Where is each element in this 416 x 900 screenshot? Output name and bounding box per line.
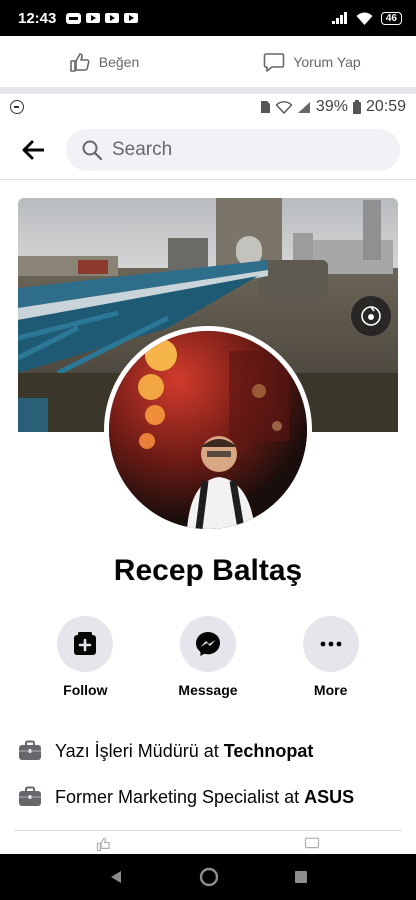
profile-picture[interactable] [104, 326, 312, 534]
system-status-bar: 12:43 46 [0, 0, 416, 36]
inner-battery-percent: 39% [315, 98, 348, 115]
follow-label: Follow [63, 682, 108, 698]
post-action-bar: Beğen Yorum Yap [0, 36, 416, 88]
search-placeholder: Search [112, 138, 173, 160]
messenger-icon [195, 632, 220, 656]
notification-icons [66, 12, 139, 24]
inner-time: 20:59 [365, 98, 406, 115]
system-navigation-bar [0, 854, 416, 900]
sim-icon [260, 101, 270, 113]
nav-back-icon[interactable] [108, 869, 124, 885]
like-button[interactable]: Beğen [0, 51, 208, 73]
back-button[interactable] [20, 137, 46, 163]
follow-circle [57, 616, 114, 672]
work-info-text: Yazı İşleri Müdürü at Technopat [55, 740, 314, 761]
comment-icon [263, 52, 285, 72]
search-icon [82, 140, 102, 160]
youtube-icon [105, 13, 120, 23]
do-not-disturb-icon [10, 100, 24, 114]
follow-button[interactable]: Follow [35, 616, 135, 698]
comment-icon [304, 837, 320, 849]
thumbs-up-icon [69, 52, 90, 72]
message-label: Message [178, 682, 238, 698]
like-label: Beğen [98, 53, 140, 70]
comment-label: Yorum Yap [293, 53, 361, 70]
post-action-bar-peek [0, 836, 416, 854]
work-info-text: Former Marketing Specialist at ASUS [55, 786, 355, 807]
message-button[interactable]: Message [158, 616, 258, 698]
profile-header: Search [0, 120, 416, 180]
add-friend-icon [74, 632, 97, 655]
inner-status-bar: 39% 20:59 [0, 94, 416, 120]
nav-home-icon[interactable] [199, 867, 219, 887]
wifi-icon [356, 12, 373, 25]
search-input[interactable]: Search [66, 128, 400, 171]
briefcase-icon [19, 740, 41, 760]
signal-icon [297, 101, 310, 113]
avatar-image [109, 331, 307, 529]
back-arrow-icon [22, 140, 44, 159]
embedded-screenshot: 39% 20:59 Search Recep Baltaş Follow Mes… [0, 94, 416, 854]
cover-camera-button[interactable] [351, 296, 391, 336]
more-icon [320, 641, 342, 647]
more-button[interactable]: More [281, 616, 381, 698]
status-time: 12:43 [18, 9, 57, 27]
battery-indicator: 46 [380, 11, 402, 25]
nav-recents-icon[interactable] [294, 870, 308, 884]
battery-icon [352, 100, 361, 114]
profile-name: Recep Baltaş [113, 554, 303, 587]
gamepad-icon [66, 12, 82, 24]
thumbs-up-icon [96, 837, 110, 852]
work-info-item: Former Marketing Specialist at ASUS [18, 786, 408, 808]
more-label: More [313, 682, 348, 698]
profile-actions: Follow Message More [0, 616, 416, 698]
more-circle [302, 616, 359, 672]
youtube-icon [124, 13, 139, 23]
divider [14, 830, 402, 831]
briefcase-icon [19, 786, 41, 806]
message-circle [179, 616, 236, 672]
signal-icon [331, 12, 347, 24]
wifi-icon [275, 100, 292, 114]
youtube-icon [86, 13, 101, 23]
comment-button[interactable]: Yorum Yap [208, 51, 416, 73]
camera-icon [361, 306, 381, 326]
work-info-item: Yazı İşleri Müdürü at Technopat [18, 740, 408, 762]
